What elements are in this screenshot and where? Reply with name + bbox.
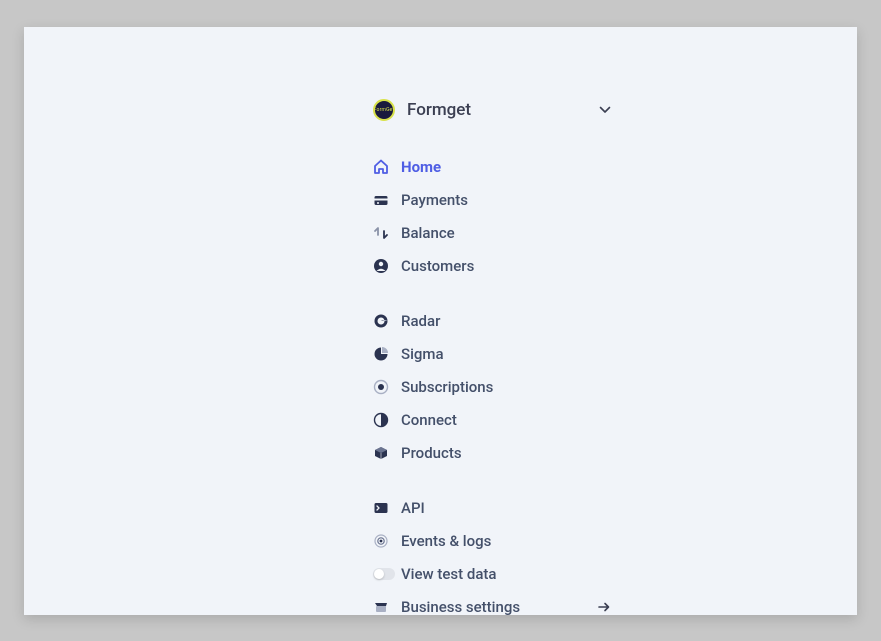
nav-home[interactable]: Home: [373, 151, 611, 184]
nav-test-data[interactable]: View test data: [373, 558, 611, 591]
account-logo: FormGet: [373, 99, 395, 121]
account-switcher[interactable]: FormGet Formget: [373, 99, 611, 121]
nav-label: Home: [401, 158, 441, 176]
nav-label: Subscriptions: [401, 378, 493, 396]
nav-label: Connect: [401, 411, 457, 429]
connect-icon: [373, 412, 389, 428]
products-icon: [373, 445, 389, 461]
subscriptions-icon: [373, 379, 389, 395]
nav-products[interactable]: Products: [373, 437, 611, 470]
nav-connect[interactable]: Connect: [373, 404, 611, 437]
nav-label: Business settings: [401, 598, 520, 616]
payments-icon: [373, 192, 389, 208]
nav-balance[interactable]: Balance: [373, 217, 611, 250]
app-card: FormGet Formget Home Payments: [24, 27, 857, 615]
events-icon: [373, 533, 389, 549]
balance-icon: [373, 225, 389, 241]
terminal-icon: [373, 500, 389, 516]
nav-subscriptions[interactable]: Subscriptions: [373, 371, 611, 404]
nav-label: View test data: [401, 565, 497, 583]
nav-label: Payments: [401, 191, 468, 209]
nav-label: Customers: [401, 257, 474, 275]
test-data-toggle[interactable]: [373, 568, 395, 580]
nav-label: Sigma: [401, 345, 444, 363]
nav-api[interactable]: API: [373, 492, 611, 525]
nav-customers[interactable]: Customers: [373, 250, 611, 283]
nav-business-settings[interactable]: Business settings: [373, 591, 611, 624]
nav-label: Events & logs: [401, 532, 491, 550]
nav-payments[interactable]: Payments: [373, 184, 611, 217]
radar-icon: [373, 313, 389, 329]
nav-sigma[interactable]: Sigma: [373, 338, 611, 371]
sidebar-menu: FormGet Formget Home Payments: [373, 99, 611, 624]
nav-group-products: Radar Sigma Subscriptions Connect: [373, 305, 611, 470]
store-icon: [373, 599, 389, 615]
account-name: Formget: [407, 100, 599, 120]
nav-label: Balance: [401, 224, 455, 242]
nav-label: Products: [401, 444, 462, 462]
customers-icon: [373, 258, 389, 274]
nav-group-settings: API Events & logs View test data Busines…: [373, 492, 611, 624]
home-icon: [373, 159, 389, 175]
arrow-right-icon: [597, 600, 611, 614]
nav-label: Radar: [401, 312, 440, 330]
chevron-down-icon: [599, 104, 611, 116]
nav-group-primary: Home Payments Balance Customers: [373, 151, 611, 283]
nav-label: API: [401, 499, 425, 517]
nav-events[interactable]: Events & logs: [373, 525, 611, 558]
nav-radar[interactable]: Radar: [373, 305, 611, 338]
sigma-icon: [373, 346, 389, 362]
